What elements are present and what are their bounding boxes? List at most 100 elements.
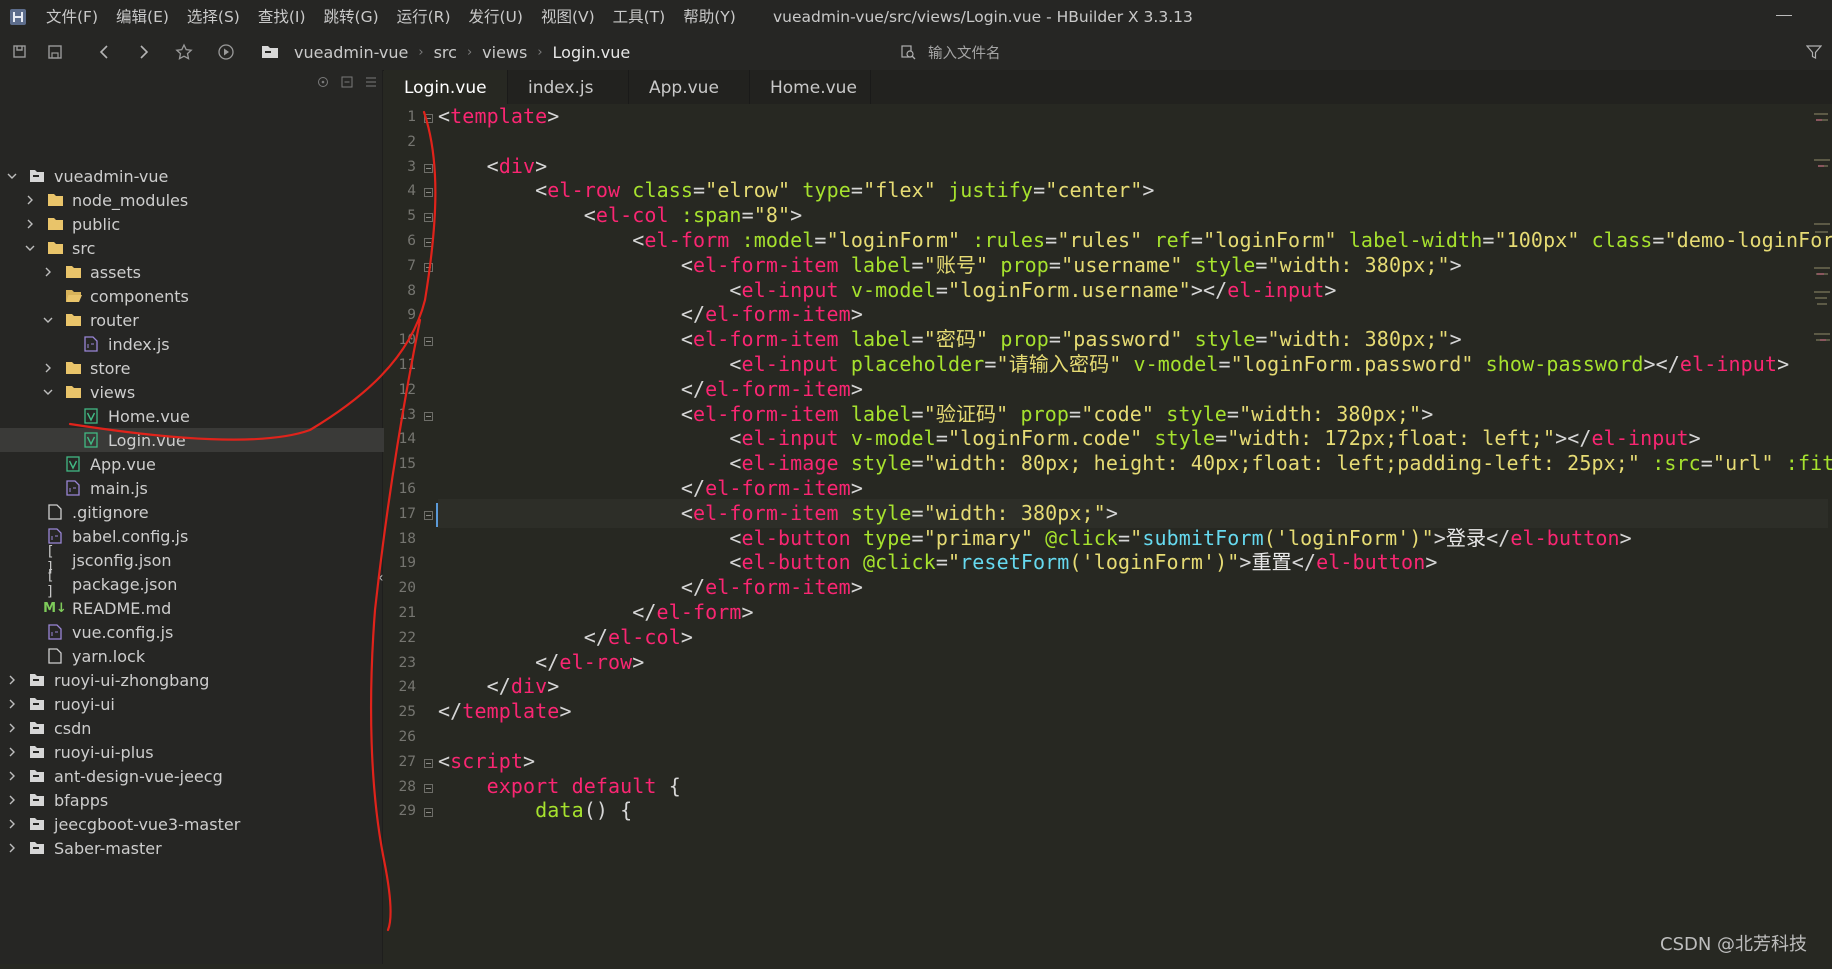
fold-toggle-icon[interactable] [424,759,433,768]
breadcrumb-item[interactable]: src [434,43,457,62]
tree-item[interactable]: src [0,236,406,260]
tree-item[interactable]: index.js [0,332,442,356]
tree-item[interactable]: [ ] package.json [0,568,406,600]
chevron-right-icon[interactable] [24,218,36,230]
fold-toggle-icon[interactable] [424,337,433,346]
chevron-right-icon[interactable] [6,770,18,782]
fold-toggle-icon[interactable] [424,808,433,817]
editor-tab[interactable]: Home.vue [750,70,871,104]
code-token: "center" [1045,178,1143,202]
tree-item[interactable]: csdn [0,716,388,740]
chevron-right-icon[interactable] [42,266,54,278]
tree-item[interactable]: views [0,380,424,404]
tree-item[interactable]: ant-design-vue-jeecg [0,764,388,788]
chevron-down-icon[interactable] [42,314,54,326]
chevron-down-icon[interactable] [24,242,36,254]
back-icon[interactable] [95,42,115,62]
code-line[interactable]: data() { [438,796,632,825]
tree-item[interactable]: public [0,212,406,236]
file-search-input[interactable]: 输入文件名 [928,42,1001,63]
menu-item[interactable]: 选择(S) [187,0,240,34]
fold-toggle-icon[interactable] [424,238,433,247]
run-icon[interactable] [216,42,236,62]
fold-toggle-icon[interactable] [424,188,433,197]
chevron-down-icon[interactable] [6,170,18,182]
fold-toggle-icon[interactable] [424,213,433,222]
project-folder-icon [28,672,46,688]
code-line[interactable]: </template> [438,697,572,726]
menu-item[interactable]: 视图(V) [541,0,595,34]
editor-tab[interactable]: index.js [508,70,629,104]
minimap[interactable] [1812,104,1832,964]
chevron-right-icon[interactable] [6,722,18,734]
tree-item[interactable]: ruoyi-ui-plus [0,740,388,764]
chevron-right-icon[interactable] [6,818,18,830]
tree-item[interactable]: ruoyi-ui-zhongbang [0,668,388,692]
fold-toggle-icon[interactable] [424,511,433,520]
editor-tab[interactable]: App.vue [629,70,750,104]
tree-item[interactable]: Home.vue [0,404,442,428]
menu-item[interactable]: 查找(I) [258,0,306,34]
tree-item[interactable]: bfapps [0,788,388,812]
tree-item[interactable]: .gitignore [0,500,406,524]
fold-toggle-icon[interactable] [424,412,433,421]
tree-item[interactable]: App.vue [0,452,424,476]
menu-item[interactable]: 编辑(E) [116,0,169,34]
code-line[interactable]: <template> [438,104,559,131]
editor-tab[interactable]: Login.vue [384,70,508,104]
tree-item[interactable]: vueadmin-vue [0,164,388,188]
tree-item[interactable]: assets [0,260,424,284]
tree-item[interactable]: Saber-master [0,836,388,860]
chevron-right-icon[interactable] [6,842,18,854]
chevron-right-icon[interactable] [6,698,18,710]
menu-icon[interactable] [364,74,378,88]
tree-item[interactable]: node_modules [0,188,406,212]
chevron-right-icon[interactable] [6,794,18,806]
chevron-right-icon[interactable] [42,362,54,374]
breadcrumb-item[interactable]: Login.vue [553,43,631,62]
menu-item[interactable]: 帮助(Y) [683,0,736,34]
tree-item[interactable]: main.js [0,476,424,500]
file-search[interactable]: 输入文件名 [900,34,1001,70]
locate-icon[interactable] [316,74,330,88]
code-token: class [632,178,694,202]
menu-item[interactable]: 运行(R) [397,0,451,34]
tree-item[interactable]: Login.vue [0,428,442,452]
save-all-icon[interactable] [10,42,30,62]
fold-toggle-icon[interactable] [424,784,433,793]
tree-item[interactable]: M↓ README.md [0,596,406,620]
code-token: () { [583,798,633,822]
tree-item[interactable]: components [0,284,424,308]
save-icon[interactable] [45,42,65,62]
fold-toggle-icon[interactable] [424,263,433,272]
menu-item[interactable]: 文件(F) [46,0,98,34]
chevron-down-icon[interactable] [42,386,54,398]
project-icon [260,43,280,63]
collapse-all-icon[interactable] [340,74,354,88]
forward-icon[interactable] [133,42,153,62]
chevron-right-icon[interactable] [6,674,18,686]
breadcrumb-item[interactable]: vueadmin-vue [294,43,408,62]
code-area[interactable]: <template> <div> <el-row class="elrow" t… [438,104,1832,964]
chevron-right-icon[interactable] [24,194,36,206]
bookmark-icon[interactable] [174,42,194,62]
minimize-button[interactable] [1776,15,1792,16]
tree-item[interactable]: ruoyi-ui [0,692,388,716]
folder-icon [46,192,64,208]
breadcrumb-item[interactable]: views [482,43,527,62]
fold-toggle-icon[interactable] [424,114,433,123]
code-token: "loginForm" [826,228,961,252]
tree-item[interactable]: router [0,308,424,332]
menu-item[interactable]: 跳转(G) [324,0,379,34]
filter-icon[interactable] [1805,44,1823,60]
tree-item[interactable]: yarn.lock [0,644,406,668]
chevron-right-icon[interactable] [6,746,18,758]
menu-item[interactable]: 工具(T) [613,0,666,34]
tree-item[interactable]: jeecgboot-vue3-master [0,812,388,836]
menu-item[interactable]: 发行(U) [469,0,523,34]
sidebar-collapse-icon[interactable]: ‹ [378,570,384,586]
tree-item[interactable]: vue.config.js [0,620,406,644]
code-editor[interactable]: 1 2 3 4 5 6 7 8 9 10 11 12 13 14 15 16 17 18 19 20 21 22 23 24 2… [384,104,1832,964]
fold-toggle-icon[interactable] [424,164,433,173]
tree-item[interactable]: store [0,356,424,380]
